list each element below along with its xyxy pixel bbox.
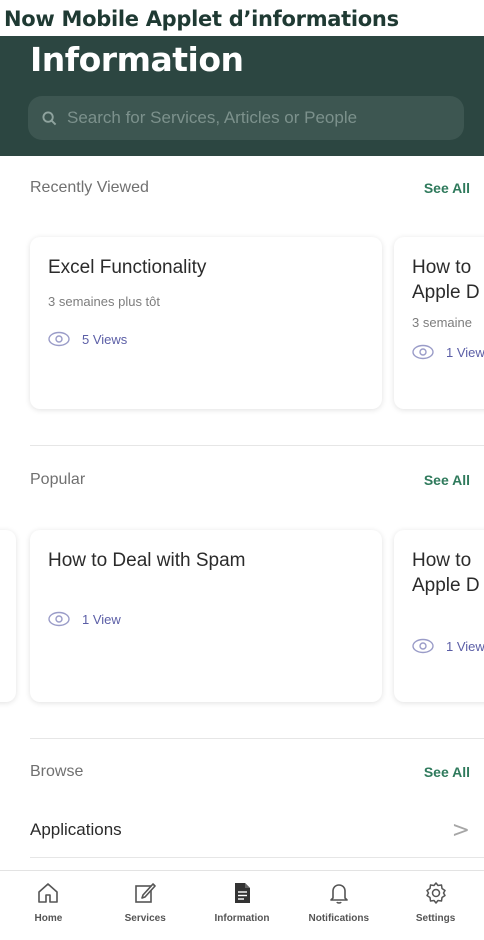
- notifications-icon: [329, 884, 348, 904]
- browse-item-label: Applications: [30, 820, 122, 839]
- card-date: 3 semaine: [412, 315, 472, 330]
- article-card[interactable]: How to Deal with Spam 1 View: [30, 530, 382, 702]
- information-icon: [234, 883, 250, 903]
- section-label: Browse: [30, 763, 84, 780]
- card-views: 1 View: [412, 344, 484, 360]
- popular-header: Popular See All: [30, 468, 470, 492]
- article-card[interactable]: How to Apple D 3 semaine 1 View: [394, 237, 484, 409]
- tab-home[interactable]: Home: [0, 871, 96, 940]
- card-title: Excel Functionality: [48, 257, 207, 278]
- article-card[interactable]: How to Apple D 1 View: [394, 530, 484, 702]
- card-views: 1 View: [412, 638, 484, 654]
- tab-label: Information: [214, 913, 270, 924]
- views-count: 1 View: [446, 638, 484, 654]
- browse-item-applications[interactable]: Applications >: [30, 808, 470, 852]
- tab-services[interactable]: Services: [97, 871, 193, 940]
- eye-icon: [412, 638, 434, 654]
- card-views: 1 View: [48, 611, 382, 627]
- card-views: 5 Views: [48, 331, 382, 347]
- tab-settings[interactable]: Settings: [388, 871, 484, 940]
- card-title: How to Deal with Spam: [48, 550, 246, 571]
- section-label: Popular: [30, 471, 86, 488]
- see-all-browse-button[interactable]: See All: [424, 764, 470, 780]
- section-divider: [30, 738, 484, 739]
- see-all-popular-button[interactable]: See All: [424, 472, 470, 488]
- tab-label: Settings: [415, 913, 456, 924]
- tab-label: Services: [124, 913, 166, 924]
- section-divider: [30, 445, 484, 446]
- card-date: 3 semaines plus tôt: [48, 294, 161, 309]
- search-bar[interactable]: [28, 96, 464, 140]
- tab-label: Home: [34, 913, 63, 924]
- eye-icon: [48, 611, 70, 627]
- tab-information[interactable]: Information: [194, 871, 290, 940]
- bottom-tab-bar: Home Services Information Notifications …: [0, 870, 484, 940]
- services-icon: [135, 883, 156, 903]
- page-title: Information: [30, 40, 244, 79]
- article-card[interactable]: Excel Functionality 3 semaines plus tôt …: [30, 237, 382, 409]
- eye-icon: [412, 344, 434, 360]
- views-count: 1 View: [82, 611, 121, 627]
- views-count: 5 Views: [82, 331, 128, 347]
- eye-icon: [48, 331, 70, 347]
- home-icon: [38, 883, 59, 903]
- tab-notifications[interactable]: Notifications: [291, 871, 387, 940]
- section-label: Recently Viewed: [30, 179, 149, 196]
- see-all-recent-button[interactable]: See All: [424, 180, 470, 196]
- app-header: Information: [0, 36, 484, 156]
- card-title: How to Apple D: [412, 550, 480, 596]
- browse-header: Browse See All: [30, 760, 470, 784]
- recently-viewed-carousel[interactable]: Excel Functionality 3 semaines plus tôt …: [0, 225, 484, 425]
- views-count: 1 View: [446, 344, 484, 360]
- search-input[interactable]: [67, 108, 447, 128]
- tab-label: Notifications: [308, 913, 370, 924]
- list-divider: [30, 857, 484, 858]
- settings-icon: [425, 882, 446, 904]
- document-title: Now Mobile Applet d’informations: [0, 0, 484, 36]
- recently-viewed-header: Recently Viewed See All: [30, 176, 470, 200]
- card-title: How to Apple D: [412, 257, 480, 303]
- chevron-right-icon: >: [451, 817, 470, 843]
- search-icon: [42, 110, 57, 125]
- article-card-partial[interactable]: [0, 530, 16, 702]
- popular-carousel[interactable]: How to Deal with Spam 1 View How to Appl…: [0, 518, 484, 718]
